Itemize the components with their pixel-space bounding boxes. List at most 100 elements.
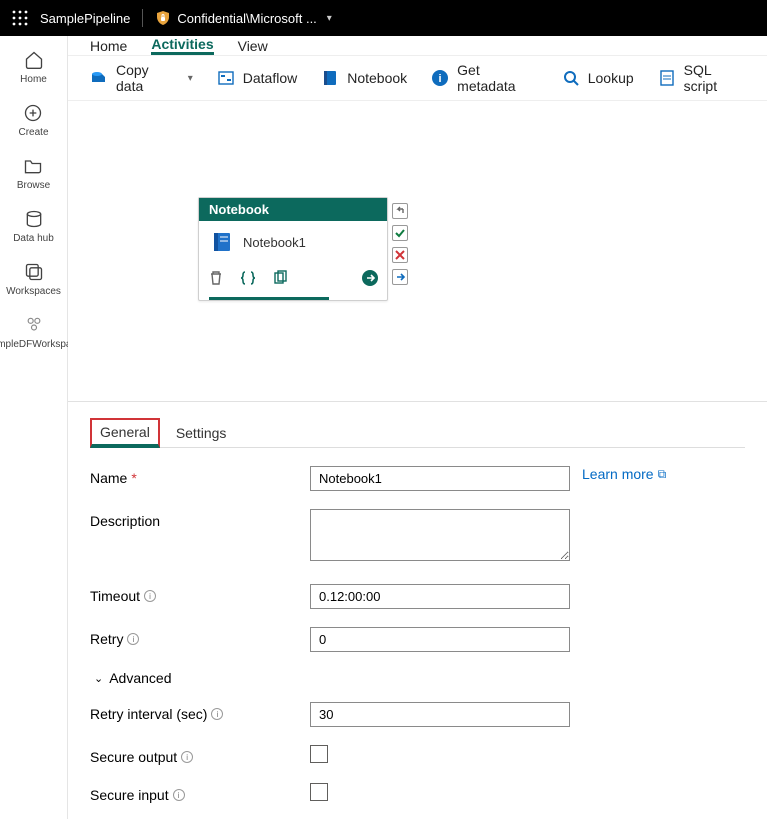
ribbon-notebook-label: Notebook xyxy=(347,70,407,86)
name-label: Name xyxy=(90,470,127,486)
plus-circle-icon xyxy=(23,103,43,123)
timeout-input[interactable] xyxy=(310,584,570,609)
top-bar: SamplePipeline Confidential\Microsoft ..… xyxy=(0,0,767,36)
advanced-label: Advanced xyxy=(109,670,171,686)
chevron-down-icon: ▾ xyxy=(327,13,332,24)
prop-tab-settings[interactable]: Settings xyxy=(166,419,237,447)
output-port-skip[interactable] xyxy=(392,269,408,285)
notebook-icon xyxy=(321,69,339,87)
info-icon[interactable]: i xyxy=(181,751,193,763)
notebook-node-icon xyxy=(211,231,233,253)
info-icon[interactable]: i xyxy=(144,590,156,602)
ribbon-copy-data-label: Copy data xyxy=(116,62,176,94)
description-input[interactable] xyxy=(310,509,570,561)
info-icon[interactable]: i xyxy=(127,633,139,645)
tab-view[interactable]: View xyxy=(238,36,268,55)
info-icon[interactable]: i xyxy=(211,708,223,720)
separator xyxy=(142,9,143,27)
pipeline-title: SamplePipeline xyxy=(40,11,130,26)
secure-output-label: Secure output xyxy=(90,749,177,765)
chevron-down-icon: ⌄ xyxy=(94,672,103,685)
form-row-secure-input: Secure input i xyxy=(90,783,745,803)
workspaces-icon xyxy=(24,262,44,282)
rail-datahub-label: Data hub xyxy=(13,233,54,244)
ribbon-sql-script[interactable]: SQL script xyxy=(648,56,755,100)
rail-workspaces[interactable]: Workspaces xyxy=(6,262,61,297)
info-icon[interactable]: i xyxy=(173,789,185,801)
notebook-activity-node[interactable]: Notebook Notebook1 xyxy=(198,197,388,301)
rail-create[interactable]: Create xyxy=(18,103,48,138)
form-row-description: Description xyxy=(90,509,745,566)
retry-interval-input[interactable] xyxy=(310,702,570,727)
rail-data-hub[interactable]: Data hub xyxy=(13,209,54,244)
search-icon xyxy=(562,69,580,87)
shield-icon xyxy=(155,10,171,26)
ribbon-lookup-label: Lookup xyxy=(588,70,634,86)
required-asterisk: * xyxy=(131,470,136,486)
form-row-name: Name * Learn more ⧉ xyxy=(90,466,745,491)
learn-more-label: Learn more xyxy=(582,466,654,482)
form-row-timeout: Timeout i xyxy=(90,584,745,609)
retry-interval-label: Retry interval (sec) xyxy=(90,706,207,722)
rail-home[interactable]: Home xyxy=(20,50,47,85)
ribbon-sql-label: SQL script xyxy=(684,62,745,94)
home-icon xyxy=(24,50,44,70)
advanced-toggle[interactable]: ⌄ Advanced xyxy=(94,670,745,686)
delete-icon[interactable] xyxy=(207,269,225,287)
node-label: Notebook1 xyxy=(243,235,306,250)
properties-panel: General Settings Name * Learn more ⧉ xyxy=(68,401,767,819)
ribbon-dataflow-label: Dataflow xyxy=(243,70,297,86)
app-launcher-icon[interactable] xyxy=(12,10,28,26)
output-port-failure[interactable] xyxy=(392,247,408,263)
rail-home-label: Home xyxy=(20,74,47,85)
rail-workspaces-label: Workspaces xyxy=(6,286,61,297)
retry-label: Retry xyxy=(90,631,123,647)
rail-browse-label: Browse xyxy=(17,180,50,191)
code-braces-icon[interactable] xyxy=(239,269,257,287)
copy-icon[interactable] xyxy=(271,269,289,287)
svg-text:i: i xyxy=(439,73,442,85)
node-underline xyxy=(209,297,329,300)
timeout-label: Timeout xyxy=(90,588,140,604)
node-ports xyxy=(392,203,408,285)
run-icon[interactable] xyxy=(361,269,379,287)
rail-browse[interactable]: Browse xyxy=(17,156,50,191)
external-link-icon: ⧉ xyxy=(658,467,667,482)
form-row-secure-output: Secure output i xyxy=(90,745,745,765)
secure-input-label: Secure input xyxy=(90,787,169,803)
activities-ribbon: Copy data ▾ Dataflow Notebook i Get meta… xyxy=(68,56,767,101)
tab-home[interactable]: Home xyxy=(90,36,127,55)
workspace-icon xyxy=(24,315,44,335)
node-header: Notebook xyxy=(199,198,387,221)
chevron-down-icon: ▾ xyxy=(188,73,193,84)
description-label: Description xyxy=(90,513,160,529)
secure-output-checkbox[interactable] xyxy=(310,745,328,763)
main-top-tabs: Home Activities View xyxy=(68,36,767,56)
retry-input[interactable] xyxy=(310,627,570,652)
sensitivity-label[interactable]: Confidential\Microsoft ... ▾ xyxy=(155,10,331,26)
output-port-undo[interactable] xyxy=(392,203,408,219)
name-input[interactable] xyxy=(310,466,570,491)
rail-create-label: Create xyxy=(18,127,48,138)
pipeline-canvas[interactable]: Notebook Notebook1 xyxy=(68,101,767,401)
form-row-retry-interval: Retry interval (sec) i xyxy=(90,702,745,727)
ribbon-dataflow[interactable]: Dataflow xyxy=(207,63,307,93)
ribbon-lookup[interactable]: Lookup xyxy=(552,63,644,93)
ribbon-copy-data[interactable]: Copy data ▾ xyxy=(80,56,203,100)
learn-more-link[interactable]: Learn more ⧉ xyxy=(582,466,666,482)
secure-input-checkbox[interactable] xyxy=(310,783,328,801)
dataflow-icon xyxy=(217,69,235,87)
ribbon-get-metadata-label: Get metadata xyxy=(457,62,538,94)
info-icon: i xyxy=(431,69,449,87)
copy-data-icon xyxy=(90,69,108,87)
tab-activities[interactable]: Activities xyxy=(151,36,213,55)
left-navigation-rail: Home Create Browse Data hub Workspaces S… xyxy=(0,36,68,819)
ribbon-get-metadata[interactable]: i Get metadata xyxy=(421,56,548,100)
form-row-retry: Retry i xyxy=(90,627,745,652)
folder-icon xyxy=(23,156,43,176)
database-icon xyxy=(24,209,44,229)
output-port-success[interactable] xyxy=(392,225,408,241)
sql-icon xyxy=(658,69,676,87)
ribbon-notebook[interactable]: Notebook xyxy=(311,63,417,93)
prop-tab-general[interactable]: General xyxy=(90,418,160,448)
